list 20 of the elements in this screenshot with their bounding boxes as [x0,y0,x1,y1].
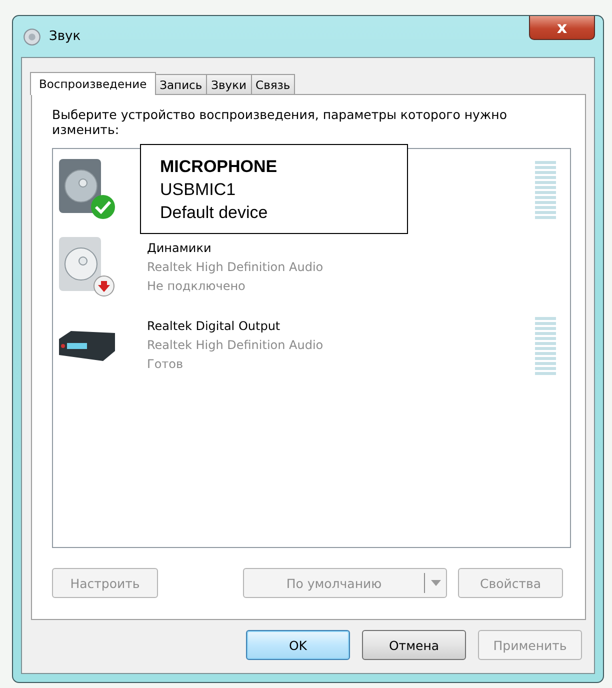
window-title: Звук [49,29,82,44]
instruction-text: Выберите устройство воспроизведения, параметры которого нужно изменить: [52,107,508,137]
speaker-with-down-arrow-icon [57,235,117,299]
tab[interactable]: Связь [250,74,296,94]
device-name: Realtek Digital Output [147,318,282,335]
tooltip-line: USBMIC1 [160,179,237,201]
tooltip-line: Default device [160,202,269,224]
device-status: Не подключено [147,278,246,295]
device-name: Динамики [147,240,212,257]
tab[interactable]: Воспроизведение [30,72,156,95]
tooltip-title: MICROPHONE [160,156,278,178]
tab[interactable]: Запись [154,74,208,94]
tab[interactable]: Звуки [206,74,252,94]
dialog-button[interactable]: OK [246,630,350,660]
speaker-with-check-icon [57,157,117,221]
dialog-button[interactable]: Отмена [362,630,466,660]
device-status: Готов [147,356,184,373]
device-driver: Realtek High Definition Audio [147,337,324,354]
close-button[interactable]: x [529,16,595,40]
device-driver: Realtek High Definition Audio [147,259,324,276]
